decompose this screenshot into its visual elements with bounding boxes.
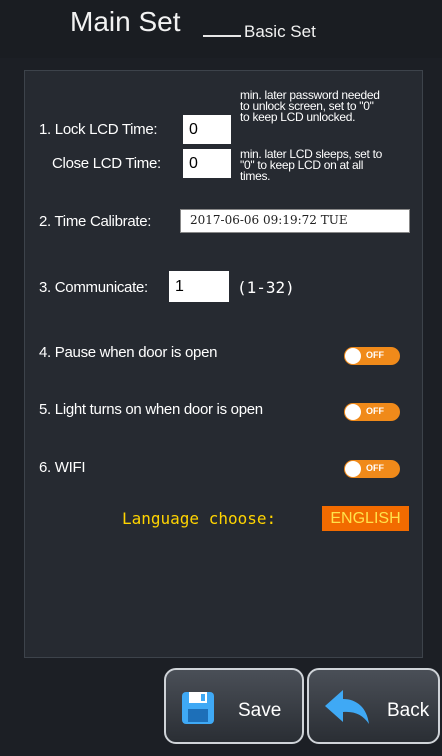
- header-bar: Main Set Basic Set: [0, 0, 442, 58]
- close-lcd-label: Close LCD Time:: [52, 155, 161, 172]
- close-lcd-note: min. later LCD sleeps, set to "0" to kee…: [240, 147, 383, 183]
- toggle-knob: [345, 461, 361, 477]
- time-calibrate-input[interactable]: 2017-06-06 09:19:72 TUE: [180, 209, 410, 233]
- back-arrow-icon: [325, 690, 369, 724]
- communicate-range: (1-32): [237, 278, 295, 297]
- page-title: Main Set: [70, 6, 181, 37]
- wifi-label: 6. WIFI: [39, 459, 86, 476]
- pause-door-label: 4. Pause when door is open: [39, 344, 218, 361]
- back-button-label: Back: [387, 700, 430, 721]
- toggle-state: OFF: [366, 350, 384, 360]
- toggle-state: OFF: [366, 463, 384, 473]
- language-select[interactable]: ENGLISH: [322, 506, 409, 531]
- lock-lcd-note: min. later password needed to unlock scr…: [240, 88, 380, 124]
- language-label: Language choose:: [122, 509, 277, 528]
- toggle-state: OFF: [366, 406, 384, 416]
- communicate-input[interactable]: 1: [169, 271, 229, 302]
- communicate-label: 3. Communicate:: [39, 279, 148, 296]
- toggle-knob: [345, 348, 361, 364]
- wifi-toggle[interactable]: OFF: [344, 460, 400, 478]
- page-subtitle: Basic Set: [244, 22, 316, 41]
- light-door-toggle[interactable]: OFF: [344, 403, 400, 421]
- floppy-disk-icon: [182, 692, 214, 724]
- lock-lcd-label: 1. Lock LCD Time:: [39, 121, 158, 138]
- back-button[interactable]: Back: [307, 668, 440, 744]
- title-divider: [203, 35, 241, 37]
- save-button[interactable]: Save: [164, 668, 304, 744]
- light-door-label: 5. Light turns on when door is open: [39, 401, 263, 418]
- close-lcd-input[interactable]: 0: [183, 149, 231, 178]
- toggle-knob: [345, 404, 361, 420]
- lock-lcd-input[interactable]: 0: [183, 115, 231, 144]
- save-button-label: Save: [238, 700, 282, 721]
- pause-door-toggle[interactable]: OFF: [344, 347, 400, 365]
- time-calibrate-label: 2. Time Calibrate:: [39, 213, 152, 230]
